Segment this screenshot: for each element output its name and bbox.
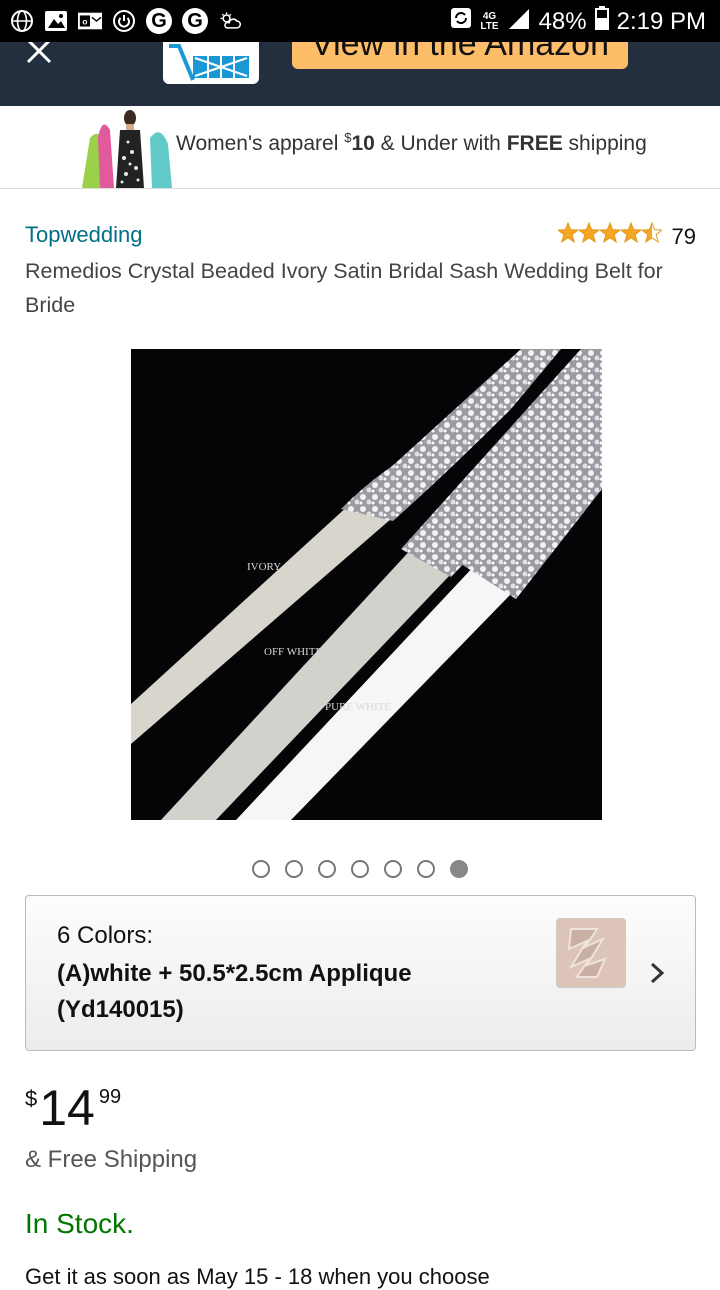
carousel-dot[interactable]: [285, 860, 303, 878]
variant-value: (A)white + 50.5*2.5cm Applique (Yd140015…: [57, 960, 412, 1023]
price: $ 14 99: [25, 1080, 121, 1136]
price-symbol: $: [25, 1086, 38, 1111]
stock-status: In Stock.: [25, 1208, 134, 1239]
image-label-ivory: IVORY: [247, 561, 281, 573]
product-title: Remedios Crystal Beaded Ivory Satin Brid…: [25, 259, 663, 317]
google-icon: G: [182, 8, 208, 34]
app-header: View in the Amazon app: [0, 42, 720, 106]
signal-icon: [507, 7, 531, 36]
view-in-app-button[interactable]: View in the Amazon app: [292, 42, 628, 69]
rating-count[interactable]: 79: [672, 224, 696, 250]
variant-swatch-image: [556, 918, 626, 988]
sync-icon: [450, 6, 472, 37]
image-carousel-dots: [252, 860, 468, 878]
svg-text:o: o: [82, 17, 87, 27]
promo-banner[interactable]: Women's apparel $10 & Under with FREE sh…: [0, 106, 720, 189]
google-icon: G: [146, 8, 172, 34]
carousel-dot[interactable]: [417, 860, 435, 878]
amazon-cart-logo: [163, 42, 259, 84]
lte-icon: 4G LTE: [480, 10, 499, 32]
carousel-dot[interactable]: [384, 860, 402, 878]
star-rating-icon: [556, 221, 663, 251]
globe-icon: [10, 9, 34, 33]
status-bar: o G G 4G LTE 48% 2:19 PM: [0, 0, 720, 42]
power-icon: [112, 9, 136, 33]
close-icon[interactable]: [24, 42, 54, 66]
brand-link[interactable]: Topwedding: [25, 222, 142, 248]
chevron-right-icon[interactable]: [646, 962, 668, 984]
banner-text: Women's apparel $10 & Under with FREE sh…: [176, 130, 647, 155]
banner-dress-image: [80, 108, 174, 188]
image-icon: [44, 9, 68, 33]
delivery-estimate: Get it as soon as May 15 - 18 when you c…: [25, 1264, 490, 1289]
carousel-dot[interactable]: [450, 860, 468, 878]
price-whole: 14: [39, 1080, 95, 1136]
carousel-dot[interactable]: [318, 860, 336, 878]
image-label-off-white: OFF WHITE: [264, 646, 322, 658]
outlook-icon: o: [78, 9, 102, 33]
battery-icon: [594, 6, 609, 37]
carousel-dot[interactable]: [351, 860, 369, 878]
price-fraction: 99: [98, 1086, 122, 1108]
carousel-dot[interactable]: [252, 860, 270, 878]
battery-percent: 48%: [538, 7, 587, 35]
clock: 2:19 PM: [616, 7, 706, 35]
shipping-info: & Free Shipping: [25, 1146, 198, 1173]
product-image[interactable]: IVORY OFF WHITE PURE WHITE: [131, 349, 602, 820]
variant-selector[interactable]: 6 Colors: (A)white + 50.5*2.5cm Applique…: [25, 895, 696, 1051]
image-label-pure-white: PURE WHITE: [325, 701, 391, 713]
variant-label: 6 Colors:: [57, 922, 154, 949]
weather-icon: [218, 9, 242, 33]
rating[interactable]: 79: [556, 221, 696, 251]
